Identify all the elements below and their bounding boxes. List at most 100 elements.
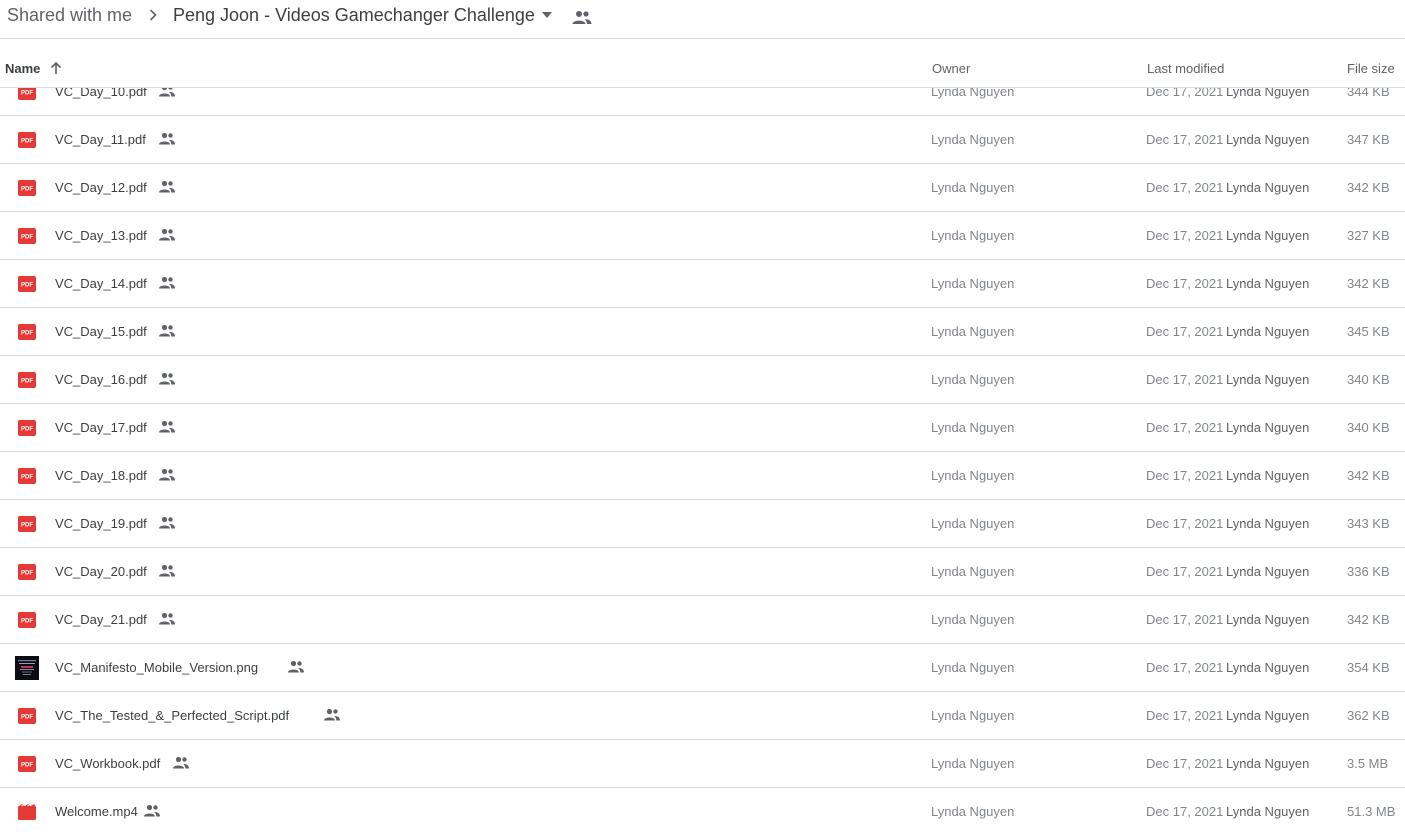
file-owner: Lynda Nguyen bbox=[931, 180, 1015, 195]
file-size: 342 KB bbox=[1347, 180, 1390, 195]
file-owner: Lynda Nguyen bbox=[931, 612, 1015, 627]
column-last-modified[interactable]: Last modified bbox=[1147, 61, 1224, 77]
pdf-file-icon: PDF bbox=[18, 180, 36, 196]
shared-people-icon bbox=[159, 612, 175, 625]
last-modified-date: Dec 17, 2021 bbox=[1146, 228, 1224, 243]
file-owner: Lynda Nguyen bbox=[931, 468, 1015, 483]
last-modified-by: Lynda Nguyen bbox=[1226, 180, 1310, 195]
last-modified-by: Lynda Nguyen bbox=[1226, 612, 1310, 627]
file-name[interactable]: VC_Day_11.pdf bbox=[55, 132, 146, 148]
file-name[interactable]: VC_Day_10.pdf bbox=[55, 88, 147, 100]
file-name[interactable]: VC_Day_18.pdf bbox=[55, 468, 147, 484]
file-size: 327 KB bbox=[1347, 228, 1390, 243]
file-owner: Lynda Nguyen bbox=[931, 324, 1015, 339]
shared-folder-icon bbox=[572, 11, 592, 24]
file-name[interactable]: VC_Day_17.pdf bbox=[55, 420, 147, 436]
pdf-file-icon: PDF bbox=[18, 564, 36, 580]
last-modified-date: Dec 17, 2021 bbox=[1146, 420, 1224, 435]
table-row[interactable]: PDF VC_Day_13.pdf Lynda Nguyen Dec 17, 2021… bbox=[0, 212, 1405, 260]
file-size: 342 KB bbox=[1347, 276, 1390, 291]
file-owner: Lynda Nguyen bbox=[931, 420, 1015, 435]
dropdown-arrow-icon[interactable] bbox=[540, 10, 554, 20]
file-name[interactable]: VC_Day_15.pdf bbox=[55, 324, 147, 340]
table-row[interactable]: PDF VC_Day_11.pdf Lynda Nguyen Dec 17, 2021… bbox=[0, 116, 1405, 164]
file-size: 336 KB bbox=[1347, 564, 1390, 579]
sort-ascending-arrow-icon[interactable] bbox=[48, 60, 64, 76]
file-name[interactable]: VC_Workbook.pdf bbox=[55, 756, 160, 772]
table-row[interactable]: PDF VC_Day_19.pdf Lynda Nguyen Dec 17, 2021… bbox=[0, 500, 1405, 548]
file-owner: Lynda Nguyen bbox=[931, 228, 1015, 243]
table-row[interactable]: VC_Manifesto_Mobile_Version.png Lynda Ngu… bbox=[0, 644, 1405, 692]
pdf-file-icon: PDF bbox=[18, 228, 36, 244]
table-row[interactable]: PDF VC_Day_14.pdf Lynda Nguyen Dec 17, 2021… bbox=[0, 260, 1405, 308]
file-name[interactable]: VC_Day_13.pdf bbox=[55, 228, 147, 244]
file-size: 345 KB bbox=[1347, 324, 1390, 339]
table-row[interactable]: PDF VC_Day_15.pdf Lynda Nguyen Dec 17, 2021… bbox=[0, 308, 1405, 356]
column-name[interactable]: Name bbox=[5, 61, 40, 77]
file-owner: Lynda Nguyen bbox=[931, 804, 1015, 819]
svg-text:PDF: PDF bbox=[21, 571, 33, 577]
svg-text:PDF: PDF bbox=[21, 283, 33, 289]
pdf-file-icon: PDF bbox=[18, 468, 36, 484]
last-modified-by: Lynda Nguyen bbox=[1226, 420, 1310, 435]
breadcrumb-current-folder[interactable]: Peng Joon - Videos Gamechanger Challenge bbox=[173, 4, 535, 26]
svg-text:PDF: PDF bbox=[21, 187, 33, 193]
svg-text:PDF: PDF bbox=[21, 379, 33, 385]
file-name[interactable]: VC_Manifesto_Mobile_Version.png bbox=[55, 660, 258, 676]
last-modified-date: Dec 17, 2021 bbox=[1146, 276, 1224, 291]
file-owner: Lynda Nguyen bbox=[931, 564, 1015, 579]
file-owner: Lynda Nguyen bbox=[931, 132, 1015, 147]
last-modified-by: Lynda Nguyen bbox=[1226, 228, 1310, 243]
file-size: 51.3 MB bbox=[1347, 804, 1396, 819]
file-name[interactable]: VC_Day_20.pdf bbox=[55, 564, 147, 580]
table-row[interactable]: PDF VC_Day_12.pdf Lynda Nguyen Dec 17, 2021… bbox=[0, 164, 1405, 212]
file-name[interactable]: VC_Day_19.pdf bbox=[55, 516, 147, 532]
last-modified-date: Dec 17, 2021 bbox=[1146, 756, 1224, 771]
shared-people-icon bbox=[173, 756, 189, 769]
shared-people-icon bbox=[159, 324, 175, 337]
file-owner: Lynda Nguyen bbox=[931, 660, 1015, 675]
last-modified-date: Dec 17, 2021 bbox=[1146, 180, 1224, 195]
column-file-size[interactable]: File size bbox=[1347, 61, 1395, 77]
file-size: 342 KB bbox=[1347, 612, 1390, 627]
file-list[interactable]: PDF VC_Day_10.pdf Lynda Nguyen Dec 17, 2021… bbox=[0, 88, 1405, 832]
table-row[interactable]: PDF VC_Day_20.pdf Lynda Nguyen Dec 17, 2021… bbox=[0, 548, 1405, 596]
shared-people-icon bbox=[159, 180, 175, 193]
pdf-file-icon: PDF bbox=[18, 372, 36, 388]
shared-people-icon bbox=[159, 564, 175, 577]
file-name[interactable]: VC_Day_14.pdf bbox=[55, 276, 147, 292]
pdf-file-icon: PDF bbox=[18, 516, 36, 532]
file-list-content: PDF VC_Day_10.pdf Lynda Nguyen Dec 17, 2021… bbox=[0, 88, 1405, 832]
file-name[interactable]: VC_The_Tested_&_Perfected_Script.pdf bbox=[55, 708, 289, 724]
pdf-file-icon: PDF bbox=[18, 132, 36, 148]
last-modified-by: Lynda Nguyen bbox=[1226, 516, 1310, 531]
last-modified-by: Lynda Nguyen bbox=[1226, 276, 1310, 291]
file-owner: Lynda Nguyen bbox=[931, 276, 1015, 291]
table-row[interactable]: PDF VC_Day_16.pdf Lynda Nguyen Dec 17, 2021… bbox=[0, 356, 1405, 404]
shared-people-icon bbox=[288, 660, 304, 673]
shared-people-icon bbox=[159, 228, 175, 241]
table-row[interactable]: PDF VC_Day_17.pdf Lynda Nguyen Dec 17, 2021… bbox=[0, 404, 1405, 452]
file-name[interactable]: VC_Day_16.pdf bbox=[55, 372, 147, 388]
shared-people-icon bbox=[159, 276, 175, 289]
pdf-file-icon: PDF bbox=[18, 756, 36, 772]
table-row[interactable]: PDF VC_Workbook.pdf Lynda Nguyen Dec 17, 20… bbox=[0, 740, 1405, 788]
table-row[interactable]: PDF VC_Day_21.pdf Lynda Nguyen Dec 17, 2021… bbox=[0, 596, 1405, 644]
shared-people-icon bbox=[159, 468, 175, 481]
pdf-file-icon: PDF bbox=[18, 612, 36, 628]
file-name[interactable]: Welcome.mp4 bbox=[55, 804, 138, 820]
file-name[interactable]: VC_Day_21.pdf bbox=[55, 612, 147, 628]
column-owner[interactable]: Owner bbox=[932, 61, 970, 77]
breadcrumb: Shared with me Peng Joon - Videos Gamech… bbox=[0, 0, 1405, 39]
last-modified-by: Lynda Nguyen bbox=[1226, 804, 1310, 819]
table-row[interactable]: PDF VC_Day_10.pdf Lynda Nguyen Dec 17, 2021… bbox=[0, 88, 1405, 116]
file-name[interactable]: VC_Day_12.pdf bbox=[55, 180, 147, 196]
table-row[interactable]: Welcome.mp4 Lynda Nguyen Dec 17, 2021 Lynda… bbox=[0, 788, 1405, 832]
svg-text:PDF: PDF bbox=[21, 619, 33, 625]
breadcrumb-shared-with-me[interactable]: Shared with me bbox=[7, 4, 132, 26]
shared-people-icon bbox=[159, 420, 175, 433]
last-modified-date: Dec 17, 2021 bbox=[1146, 372, 1224, 387]
table-row[interactable]: PDF VC_Day_18.pdf Lynda Nguyen Dec 17, 2021… bbox=[0, 452, 1405, 500]
table-row[interactable]: PDF VC_The_Tested_&_Perfected_Script.pdf L… bbox=[0, 692, 1405, 740]
video-file-icon bbox=[18, 804, 36, 820]
